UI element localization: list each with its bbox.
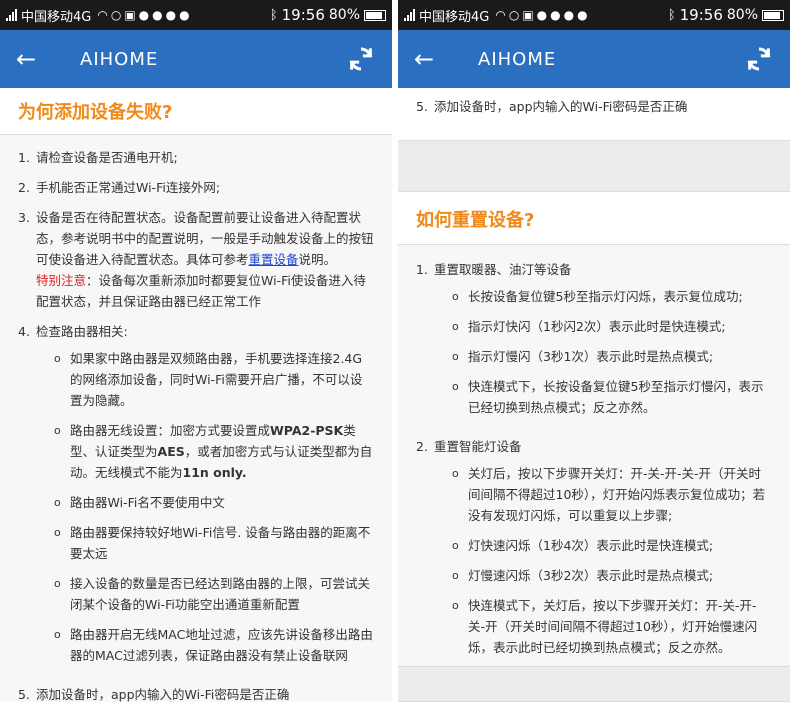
sub-list-item: o 指示灯快闪（1秒闪2次）表示此时是快连模式; [452,319,726,334]
list-item: 1. 请检查设备是否通电开机; [18,150,178,165]
refresh-icon[interactable] [744,44,774,74]
bluetooth-icon: ᛒ [269,7,278,23]
signal-icon [404,9,415,21]
list-item: 4. 检查路由器相关: o 如果家中路由器是双频路由器，手机要选择连接2.4G的网… [18,321,374,675]
chat-icon: ● [152,8,163,22]
sub-list-item: o 路由器Wi-Fi名不要使用中文 [54,495,225,510]
search-icon: ○ [110,8,122,22]
battery-icon [364,9,386,21]
sub-list-item: o 灯慢速闪烁（3秒2次）表示此时是热点模式; [452,568,714,583]
carrier-label: 中国移动4G [21,9,92,25]
section-separator [398,140,790,192]
signal-icon [6,9,17,21]
back-arrow-icon[interactable]: ← [16,45,50,73]
right-screen: 中国移动4G ◠ ○ ▣ ● ● ● ● ᛒ 19:56 80% ← AIHOM… [398,0,790,702]
image-icon: ▣ [522,8,534,22]
chat-icon: ● [577,8,588,22]
faq-body: 1. 请检查设备是否通电开机; 2. 手机能否正常通过Wi-Fi连接外网; 3. 设… [0,135,392,702]
battery-percent: 80% [328,7,360,23]
carrier-label: 中国移动4G [419,9,490,25]
sub-list-item: o 指示灯慢闪（3秒1次）表示此时是热点模式; [452,349,714,364]
chat-icon: ● [179,8,190,22]
clock: 19:56 [281,6,325,24]
clock: 19:56 [679,6,723,24]
wifi-icon: ◠ [97,8,108,22]
faq-body-top: 5. 添加设备时，app内输入的Wi-Fi密码是否正确 [398,88,790,140]
section-title-reset: 如何重置设备? [398,192,790,245]
list-item: 5. 添加设备时，app内输入的Wi-Fi密码是否正确 [416,99,688,114]
chat-icon: ● [165,8,177,22]
left-screen: 中国移动4G ◠ ○ ▣ ● ● ● ● ᛒ 19:56 80% ← AIHOM… [0,0,392,702]
list-item: 2. 重置智能灯设备 o 关灯后，按以下步骤开关灯：开-关-开-关-开（开关时间间… [416,436,772,667]
app-bar: ← AIHOME [398,30,790,88]
sub-list-item: o 长按设备复位键5秒至指示灯闪烁，表示复位成功; [452,289,743,304]
battery-percent: 80% [726,7,758,23]
bottom-separator [398,666,790,702]
reset-device-link[interactable]: 重置设备 [249,252,299,267]
app-title: AIHOME [478,48,557,70]
refresh-icon[interactable] [346,44,376,74]
sub-list-item: o 关灯后，按以下步骤开关灯：开-关-开-关-开（开关时间间隔不得超过10秒），灯… [452,466,766,523]
list-item: 3. 设备是否在待配置状态。设备配置前要让设备进入待配置状态，参考说明书中的配置… [18,210,374,309]
app-bar: ← AIHOME [0,30,392,88]
sub-list-item: o 灯快速闪烁（1秒4次）表示此时是快连模式; [452,538,714,553]
list-item: 5. 添加设备时，app内输入的Wi-Fi密码是否正确 [18,687,290,702]
sub-list-item: o 路由器要保持较好地Wi-Fi信号. 设备与路由器的距离不要太远 [54,525,371,561]
status-bar: 中国移动4G ◠ ○ ▣ ● ● ● ● ᛒ 19:56 80% [0,0,392,30]
status-bar: 中国移动4G ◠ ○ ▣ ● ● ● ● ᛒ 19:56 80% [398,0,790,30]
back-arrow-icon[interactable]: ← [414,45,448,73]
sub-list-item: o 路由器无线设置：加密方式要设置成WPA2-PSK类型、认证类型为AES，或者加… [54,423,373,480]
chat-icon: ● [138,8,150,22]
list-item: 1. 重置取暖器、油汀等设备 o 长按设备复位键5秒至指示灯闪烁，表示复位成功; … [416,259,772,427]
battery-icon [762,9,784,21]
sub-list-item: o 快连模式下，长按设备复位键5秒至指示灯慢闪，表示已经切换到热点模式；反之亦然。 [452,379,764,415]
reset-body: 1. 重置取暖器、油汀等设备 o 长按设备复位键5秒至指示灯闪烁，表示复位成功; … [398,245,790,702]
sub-list-item: o 接入设备的数量是否已经达到路由器的上限，可尝试关闭某个设备的Wi-Fi功能空出… [54,576,371,612]
warning-label: 特别注意 [36,273,87,288]
chat-icon: ● [536,8,548,22]
app-title: AIHOME [80,48,159,70]
sub-list-item: o 快连模式下，关灯后，按以下步骤开关灯：开-关-开-关-开（开关时间间隔不得超过… [452,598,758,655]
sub-list-item: o 路由器开启无线MAC地址过滤，应该先讲设备移出路由器的MAC过滤列表，保证路由… [54,627,373,663]
bluetooth-icon: ᛒ [667,7,676,23]
search-icon: ○ [508,8,520,22]
chat-icon: ● [550,8,561,22]
wifi-icon: ◠ [495,8,506,22]
image-icon: ▣ [124,8,136,22]
section-title-failure: 为何添加设备失败? [0,88,392,135]
chat-icon: ● [563,8,575,22]
list-item: 2. 手机能否正常通过Wi-Fi连接外网; [18,180,221,195]
sub-list-item: o 如果家中路由器是双频路由器，手机要选择连接2.4G的网络添加设备，同时Wi-F… [54,351,363,408]
